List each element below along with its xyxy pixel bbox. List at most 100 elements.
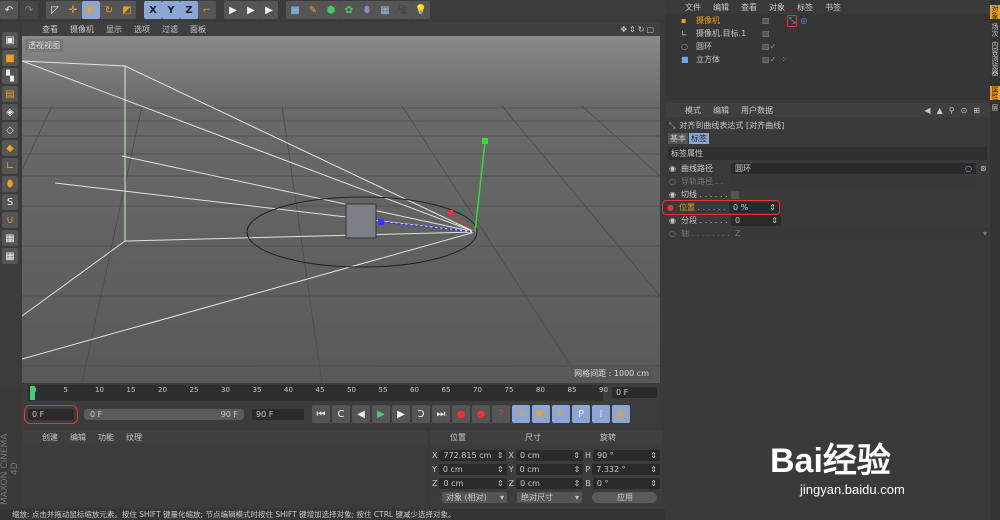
check-icon[interactable]: ✓ bbox=[770, 55, 777, 64]
menu-edit[interactable]: 编辑 bbox=[713, 2, 729, 13]
side-tab-objects[interactable]: 对象 bbox=[990, 5, 1000, 19]
x-axis-icon[interactable]: X bbox=[144, 1, 162, 19]
animate-radio[interactable]: ◉ bbox=[669, 216, 681, 225]
apply-button[interactable]: 应用 bbox=[592, 492, 657, 503]
rail-path-field[interactable] bbox=[731, 176, 976, 187]
visibility-icon[interactable]: ▨ bbox=[762, 55, 770, 64]
keyframe-selection-icon[interactable]: ? bbox=[492, 405, 510, 423]
range-slider[interactable]: 0 F 90 F bbox=[84, 409, 244, 420]
rotate-icon[interactable]: ↻ bbox=[100, 1, 118, 19]
curve-path-field[interactable]: 圆环 ○ bbox=[731, 163, 976, 174]
key-rotation-icon[interactable]: ↻ bbox=[552, 405, 570, 423]
key-position-icon[interactable]: ✛ bbox=[512, 405, 530, 423]
align-to-spline-tag-icon[interactable]: ⤡ bbox=[787, 14, 798, 27]
camera-icon[interactable]: 🎥 bbox=[394, 1, 412, 19]
prev-frame-icon[interactable]: ◀ bbox=[352, 405, 370, 423]
menu-view[interactable]: 查看 bbox=[42, 24, 58, 35]
viewport-nav-icons[interactable]: ✥⇕↻▢ bbox=[620, 25, 656, 34]
end-frame-field[interactable]: 90 F bbox=[252, 409, 304, 420]
pick-icon[interactable]: ⊛ bbox=[980, 164, 987, 173]
menu-mode[interactable]: 模式 bbox=[685, 105, 701, 116]
select-icon[interactable]: ◸ bbox=[46, 1, 64, 19]
scale-icon[interactable]: ◩ bbox=[82, 1, 100, 19]
check-icon[interactable]: ✓ bbox=[770, 42, 777, 51]
cube-icon[interactable]: ■ bbox=[286, 1, 304, 19]
menu-edit[interactable]: 编辑 bbox=[713, 105, 729, 116]
side-tab-attributes[interactable]: 属性 bbox=[990, 86, 1000, 100]
edges-mode-icon[interactable]: ◇ bbox=[2, 122, 18, 138]
key-scale-icon[interactable]: ◩ bbox=[532, 405, 550, 423]
animate-radio[interactable]: ○ bbox=[669, 229, 681, 238]
size-x-field[interactable]: 0 cm ⇕ bbox=[515, 450, 583, 461]
texture-mode-icon[interactable]: ▚ bbox=[2, 68, 18, 84]
menu-cameras[interactable]: 摄像机 bbox=[70, 24, 94, 35]
tab-basic[interactable]: 基本 bbox=[668, 133, 688, 144]
position-z-field[interactable]: 0 cm ⇕ bbox=[439, 478, 507, 489]
viewport-scene[interactable] bbox=[0, 36, 661, 384]
side-tab-layers[interactable]: 层 bbox=[990, 104, 1000, 111]
z-axis-icon[interactable]: Z bbox=[180, 1, 198, 19]
material-tag-icon[interactable]: ⁘ bbox=[780, 55, 787, 64]
coord-mode-select[interactable]: 对象 (相对) ▾ bbox=[442, 492, 507, 503]
play-icon[interactable]: ▶ bbox=[372, 405, 390, 423]
cloner-icon[interactable]: ✿ bbox=[340, 1, 358, 19]
size-y-field[interactable]: 0 cm ⇕ bbox=[515, 464, 584, 475]
target-tag-icon[interactable]: ◎ bbox=[800, 16, 807, 25]
coordinate-system-icon[interactable]: ⌐ bbox=[198, 1, 216, 19]
object-row-cube[interactable]: ■ 立方体 ▨ ✓ ⁘ bbox=[669, 53, 986, 66]
side-tab-takes[interactable]: 场次 bbox=[990, 23, 1000, 37]
magnet-icon[interactable]: ∪ bbox=[2, 212, 18, 228]
key-pla-icon[interactable]: ⁞ bbox=[592, 405, 610, 423]
position-x-field[interactable]: 772.815 cm ⇕ bbox=[439, 450, 507, 461]
tangential-checkbox[interactable] bbox=[731, 190, 739, 199]
segment-field[interactable]: 0 ⇕ bbox=[731, 215, 781, 226]
size-mode-select[interactable]: 绝对尺寸 ▾ bbox=[517, 492, 582, 503]
go-start-icon[interactable]: ⏮ bbox=[312, 405, 330, 423]
timeline-window-icon[interactable]: ▥ bbox=[612, 405, 630, 423]
axis-mode-icon[interactable]: ∟ bbox=[2, 158, 18, 174]
workplane-icon[interactable]: ▤ bbox=[2, 86, 18, 102]
light-icon[interactable]: 💡 bbox=[412, 1, 430, 19]
animate-radio[interactable]: ◉ bbox=[669, 164, 681, 173]
viewport[interactable]: 透视视图 网格间距 : 1000 cm bbox=[0, 36, 661, 384]
points-mode-icon[interactable]: ◈ bbox=[2, 104, 18, 120]
rotation-h-field[interactable]: 90 ° ⇕ bbox=[592, 450, 660, 461]
menu-texture[interactable]: 纹理 bbox=[126, 432, 142, 443]
position-y-field[interactable]: 0 cm ⇕ bbox=[438, 464, 507, 475]
move-icon[interactable]: ✛ bbox=[64, 1, 82, 19]
go-end-icon[interactable]: ⏭ bbox=[432, 405, 450, 423]
tab-tag[interactable]: 标签 bbox=[689, 133, 709, 144]
next-frame-icon[interactable]: ▶ bbox=[392, 405, 410, 423]
next-key-icon[interactable]: Ↄ bbox=[412, 405, 430, 423]
render-picture-viewer-icon[interactable]: ▶ bbox=[242, 1, 260, 19]
tweak-icon[interactable]: ⬮ bbox=[2, 176, 18, 192]
menu-file[interactable]: 文件 bbox=[685, 2, 701, 13]
key-param-icon[interactable]: P bbox=[572, 405, 590, 423]
attribute-nav-icons[interactable]: ◀▲⚲⊙⊞ bbox=[924, 106, 986, 115]
menu-filter[interactable]: 过滤 bbox=[162, 24, 178, 35]
menu-objects[interactable]: 对象 bbox=[769, 2, 785, 13]
side-tab-content-browser[interactable]: 内容浏览器 bbox=[990, 41, 1000, 76]
animate-radio[interactable]: ◉ bbox=[669, 190, 681, 199]
menu-edit[interactable]: 编辑 bbox=[70, 432, 86, 443]
menu-user-data[interactable]: 用户数据 bbox=[741, 105, 773, 116]
floor-icon[interactable]: ▦ bbox=[376, 1, 394, 19]
undo-icon[interactable]: ↶ bbox=[0, 1, 18, 19]
menu-panel[interactable]: 面板 bbox=[190, 24, 206, 35]
animate-radio[interactable]: ○ bbox=[669, 177, 681, 186]
position-field[interactable]: 0 % ⇕ bbox=[729, 202, 779, 213]
axis-select[interactable]: Z ▾ bbox=[730, 228, 991, 239]
current-frame-field[interactable]: 0 F bbox=[612, 387, 657, 398]
object-row-camera[interactable]: ▪ 摄像机 ▨ ⤡ ◎ bbox=[669, 14, 986, 27]
size-z-field[interactable]: 0 cm ⇕ bbox=[516, 478, 584, 489]
animate-radio[interactable]: ● bbox=[667, 203, 679, 212]
rotation-b-field[interactable]: 0 ° ⇕ bbox=[592, 478, 660, 489]
live-select-icon[interactable]: ◩ bbox=[118, 1, 136, 19]
lock-icon[interactable]: ▦ bbox=[2, 248, 18, 264]
timeline-ruler[interactable]: 051015202530354045505560657075808590 bbox=[28, 385, 608, 401]
menu-bookmarks[interactable]: 书签 bbox=[825, 2, 841, 13]
visibility-icon[interactable]: ▨ bbox=[762, 29, 770, 38]
object-row-camera-target[interactable]: ∟ 摄像机.目标.1 ▨ bbox=[669, 27, 986, 40]
pen-icon[interactable]: ✎ bbox=[304, 1, 322, 19]
object-row-circle[interactable]: ○ 圆环 ▨ ✓ bbox=[669, 40, 986, 53]
